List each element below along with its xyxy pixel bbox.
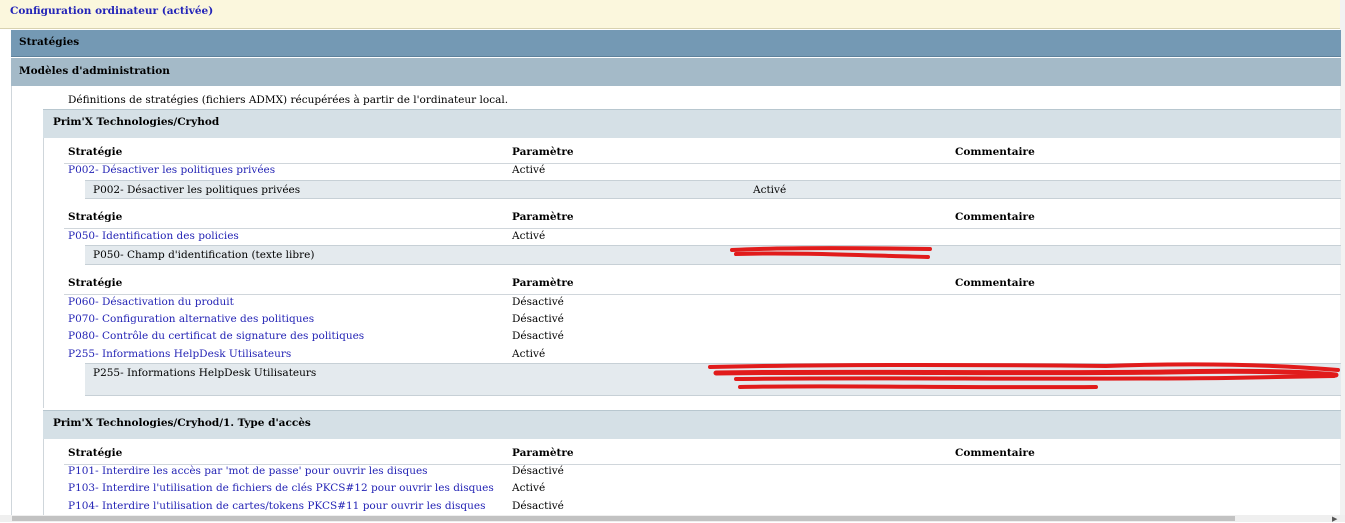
column-header-setting: Paramètre xyxy=(512,277,574,289)
policy-setting: Activé xyxy=(512,482,546,494)
policy-link[interactable]: P070- Configuration alternative des poli… xyxy=(68,313,314,325)
column-header-policy: Stratégie xyxy=(68,447,123,459)
policy-setting: Activé xyxy=(512,230,546,242)
redaction-stroke xyxy=(734,251,930,259)
admin-templates-section-header: Modèles d'administration xyxy=(11,58,1341,86)
table-row: P070- Configuration alternative des poli… xyxy=(64,313,1341,330)
redaction-stroke xyxy=(713,368,1339,378)
column-header-setting: Paramètre xyxy=(512,146,574,158)
group-cryhod-indent-line xyxy=(43,138,44,408)
policy-detail-row: P050- Champ d'identification (texte libr… xyxy=(85,245,1341,265)
table-row: P101- Interdire les accès par 'mot de pa… xyxy=(64,465,1341,482)
column-header-setting: Paramètre xyxy=(512,211,574,223)
table-row: P103- Interdire l'utilisation de fichier… xyxy=(64,482,1341,499)
horizontal-scrollbar[interactable]: ▶ xyxy=(0,515,1345,523)
admin-templates-section-label: Modèles d'administration xyxy=(19,65,170,77)
policy-setting: Désactivé xyxy=(512,296,564,308)
policy-link[interactable]: P255- Informations HelpDesk Utilisateurs xyxy=(68,348,291,360)
column-header-comment: Commentaire xyxy=(955,447,1035,459)
redacted-value-mark xyxy=(730,246,932,259)
redaction-stroke xyxy=(734,374,1336,381)
policy-link[interactable]: P002- Désactiver les politiques privées xyxy=(68,164,275,176)
policy-detail-value: Activé xyxy=(753,184,787,196)
column-header-comment: Commentaire xyxy=(955,211,1035,223)
column-header-comment: Commentaire xyxy=(955,277,1035,289)
table-header-row: Stratégie Paramètre Commentaire xyxy=(64,210,1341,229)
policy-setting: Désactivé xyxy=(512,330,564,342)
policy-detail-name: P255- Informations HelpDesk Utilisateurs xyxy=(93,367,317,379)
column-header-comment: Commentaire xyxy=(955,146,1035,158)
policy-detail-name: P002- Désactiver les politiques privées xyxy=(93,184,301,196)
redaction-stroke xyxy=(730,246,932,252)
redaction-stroke xyxy=(738,384,1098,390)
tree-indent-line xyxy=(11,86,12,522)
horizontal-scrollbar-thumb[interactable] xyxy=(12,516,1235,521)
column-header-policy: Stratégie xyxy=(68,146,123,158)
computer-configuration-title[interactable]: Configuration ordinateur (activée) xyxy=(10,5,213,17)
column-header-setting: Paramètre xyxy=(512,447,574,459)
policy-link[interactable]: P060- Désactivation du produit xyxy=(68,296,234,308)
policy-setting: Activé xyxy=(512,348,546,360)
policy-setting: Désactivé xyxy=(512,465,564,477)
table-header-row: Stratégie Paramètre Commentaire xyxy=(64,276,1341,295)
policy-link[interactable]: P050- Identification des policies xyxy=(68,230,239,242)
group-access-type-header: Prim'X Technologies/Cryhod/1. Type d'acc… xyxy=(43,410,1341,439)
policy-link[interactable]: P104- Interdire l'utilisation de cartes/… xyxy=(68,500,485,512)
table-row: P002- Désactiver les politiques privées … xyxy=(64,164,1341,181)
table-row: P060- Désactivation du produit Désactivé xyxy=(64,296,1341,313)
strategies-section-label: Stratégies xyxy=(19,36,80,48)
policy-setting: Désactivé xyxy=(512,500,564,512)
table-header-row: Stratégie Paramètre Commentaire xyxy=(64,446,1341,465)
policy-link[interactable]: P103- Interdire l'utilisation de fichier… xyxy=(68,482,494,494)
computer-configuration-header: Configuration ordinateur (activée) xyxy=(0,0,1340,29)
group-cryhod-header: Prim'X Technologies/Cryhod xyxy=(43,109,1341,138)
column-header-policy: Stratégie xyxy=(68,277,123,289)
policy-detail-name: P050- Champ d'identification (texte libr… xyxy=(93,249,315,261)
group-cryhod-title: Prim'X Technologies/Cryhod xyxy=(53,116,220,128)
admx-definitions-note: Définitions de stratégies (fichiers ADMX… xyxy=(68,94,509,106)
policy-link[interactable]: P101- Interdire les accès par 'mot de pa… xyxy=(68,465,428,477)
policy-detail-row: P002- Désactiver les politiques privées … xyxy=(85,180,1341,199)
table-row: P080- Contrôle du certificat de signatur… xyxy=(64,330,1341,347)
policy-link[interactable]: P080- Contrôle du certificat de signatur… xyxy=(68,330,364,342)
strategies-section-header: Stratégies xyxy=(11,30,1341,57)
table-header-row: Stratégie Paramètre Commentaire xyxy=(64,145,1341,164)
group-access-type-indent-line xyxy=(43,439,44,515)
redacted-value-mark xyxy=(708,362,1340,390)
policy-setting: Désactivé xyxy=(512,313,564,325)
column-header-policy: Stratégie xyxy=(68,211,123,223)
policy-setting: Activé xyxy=(512,164,546,176)
group-access-type-title: Prim'X Technologies/Cryhod/1. Type d'acc… xyxy=(53,417,311,429)
